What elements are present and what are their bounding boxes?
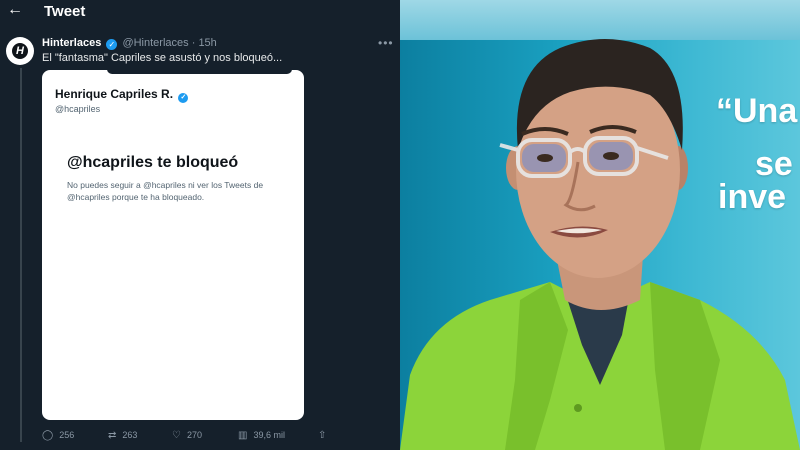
photo-panel: “Una se inve [400, 0, 800, 450]
hinterlaces-logo-icon: H [12, 43, 28, 59]
retweet-button[interactable]: ⇄ 263 [108, 430, 137, 441]
tweet-panel: ← Tweet H Hinterlaces ✓ @Hinterlaces · 1… [0, 0, 400, 450]
thread-line [20, 68, 22, 442]
card-top-strip [107, 70, 292, 74]
retweet-icon: ⇄ [108, 430, 117, 441]
reply-button[interactable]: ◯ 256 [42, 430, 74, 441]
block-title: @hcapriles te bloqueó [67, 154, 239, 171]
tweet-time[interactable]: 15h [198, 37, 216, 49]
like-button[interactable]: ♡ 270 [172, 430, 202, 441]
author-name[interactable]: Hinterlaces [42, 37, 101, 49]
shirt-button [574, 404, 582, 412]
views-icon: ▥ [238, 430, 248, 441]
separator: · [191, 37, 196, 49]
share-icon: ⇧ [318, 430, 327, 441]
like-count: 270 [186, 430, 202, 440]
retweet-count: 263 [122, 430, 138, 440]
views-button[interactable]: ▥ 39,6 mil [238, 430, 285, 441]
top-bar: ← Tweet [0, 0, 400, 24]
reply-icon: ◯ [42, 430, 54, 441]
author-handle[interactable]: @Hinterlaces [122, 37, 188, 49]
verified-badge-icon: ✓ [178, 93, 189, 103]
view-count: 39,6 mil [253, 430, 285, 440]
card-handle: @hcapriles [55, 104, 101, 114]
card-name-text: Henrique Capriles R. [55, 87, 174, 101]
arrow-left-icon[interactable]: ← [7, 1, 23, 19]
eye-right [603, 152, 619, 160]
verified-badge-icon: ✓ [106, 39, 118, 50]
tweet-actions: ◯ 256 ⇄ 263 ♡ 270 ▥ 39,6 mil ⇧ [42, 430, 342, 444]
block-description: No puedes seguir a @hcapriles ni ver los… [67, 180, 264, 202]
heart-icon: ♡ [172, 430, 181, 441]
more-dots-icon[interactable]: ••• [378, 36, 394, 50]
reply-count: 256 [59, 430, 75, 440]
person-photo [400, 39, 800, 450]
tweet-header: Hinterlaces ✓ @Hinterlaces · 15h [42, 37, 217, 50]
tweet-text: El "fantasma" Capriles se asustó y nos b… [42, 52, 283, 64]
avatar[interactable]: H [6, 37, 34, 65]
card-profile-name: Henrique Capriles R. ✓ [55, 87, 190, 103]
eye-left [537, 154, 553, 162]
share-button[interactable]: ⇧ [318, 430, 332, 441]
embedded-screenshot-card[interactable]: Henrique Capriles R. ✓ @hcapriles @hcapr… [42, 70, 304, 420]
page-title: Tweet [44, 3, 86, 20]
